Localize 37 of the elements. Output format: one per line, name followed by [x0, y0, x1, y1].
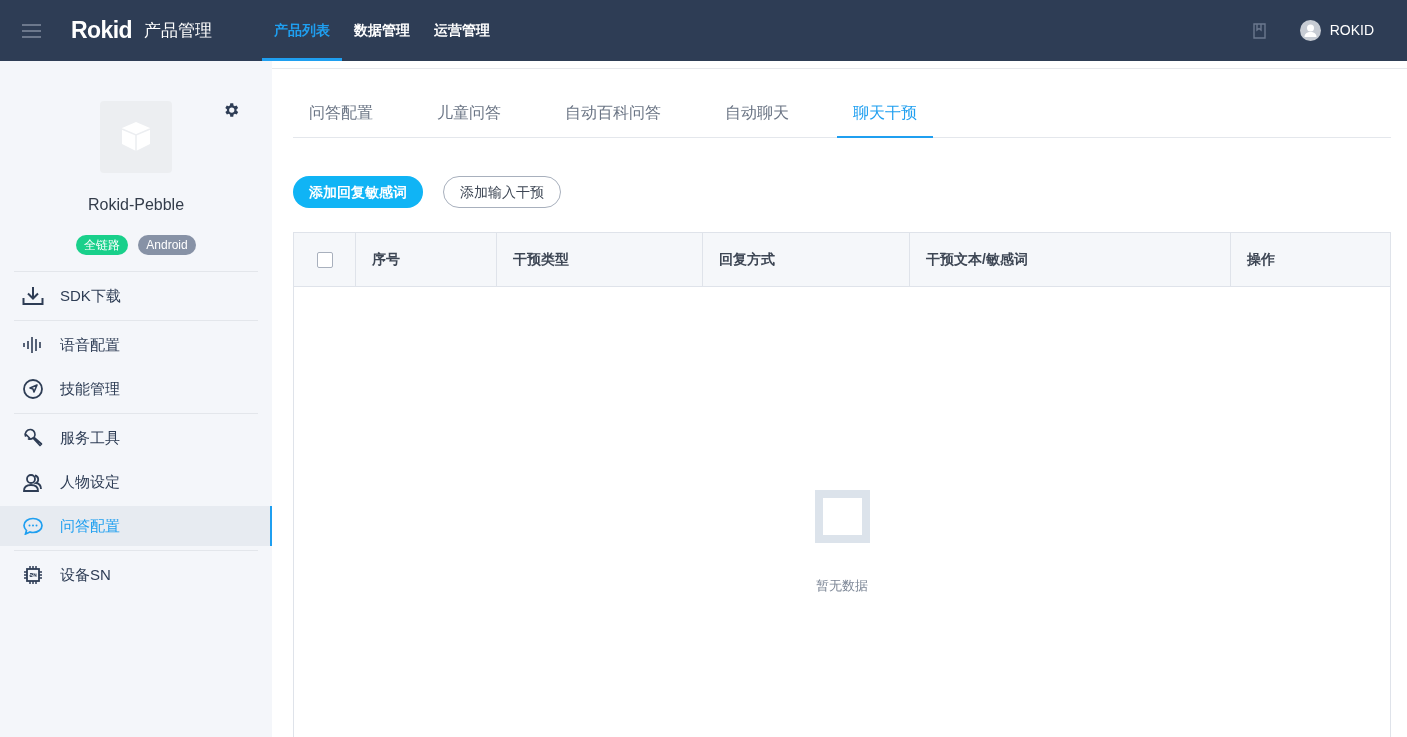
- users-icon: [23, 472, 43, 492]
- menu-item[interactable]: SDK下载: [14, 276, 258, 316]
- menu-icon[interactable]: [22, 23, 41, 38]
- compass-icon: [23, 379, 43, 399]
- menu-item[interactable]: 技能管理: [14, 369, 258, 409]
- download-icon: [22, 286, 44, 306]
- menu-item[interactable]: 设备SN: [14, 555, 258, 595]
- nav-tab[interactable]: 数据管理: [342, 0, 422, 61]
- chip-icon: [23, 565, 43, 585]
- tab[interactable]: 问答配置: [293, 101, 389, 138]
- action-button[interactable]: 添加输入干预: [443, 176, 561, 208]
- tab[interactable]: 自动聊天: [709, 101, 805, 138]
- select-all-checkbox[interactable]: [316, 251, 333, 268]
- empty-icon: [814, 490, 870, 543]
- column-header: 序号: [356, 233, 497, 286]
- sound-wave-icon: [23, 337, 43, 353]
- tag: 全链路: [76, 235, 129, 255]
- avatar-icon[interactable]: [1299, 20, 1321, 41]
- chat-bubble-icon: [23, 517, 43, 535]
- tab[interactable]: 自动百科问答: [549, 101, 677, 138]
- column-header: 回复方式: [703, 233, 910, 286]
- menu-item[interactable]: 人物设定: [14, 462, 258, 502]
- nav-tab[interactable]: 运营管理: [422, 0, 502, 61]
- tag: Android: [138, 235, 196, 255]
- column-header: 干预文本/敏感词: [910, 233, 1231, 286]
- wrench-icon: [23, 428, 43, 448]
- app-title: 产品管理: [144, 19, 212, 42]
- menu-item[interactable]: 语音配置: [14, 325, 258, 365]
- menu-item[interactable]: 服务工具: [14, 418, 258, 458]
- column-header: 操作: [1246, 250, 1276, 269]
- column-header: 干预类型: [497, 233, 703, 286]
- empty-message: 暂无数据: [816, 577, 868, 595]
- product-name: Rokid-Pebble: [87, 195, 185, 215]
- logo: Rokid: [71, 16, 132, 46]
- book-icon[interactable]: [1252, 22, 1266, 39]
- tab[interactable]: 儿童问答: [421, 101, 517, 138]
- user-name[interactable]: ROKID: [1329, 20, 1374, 41]
